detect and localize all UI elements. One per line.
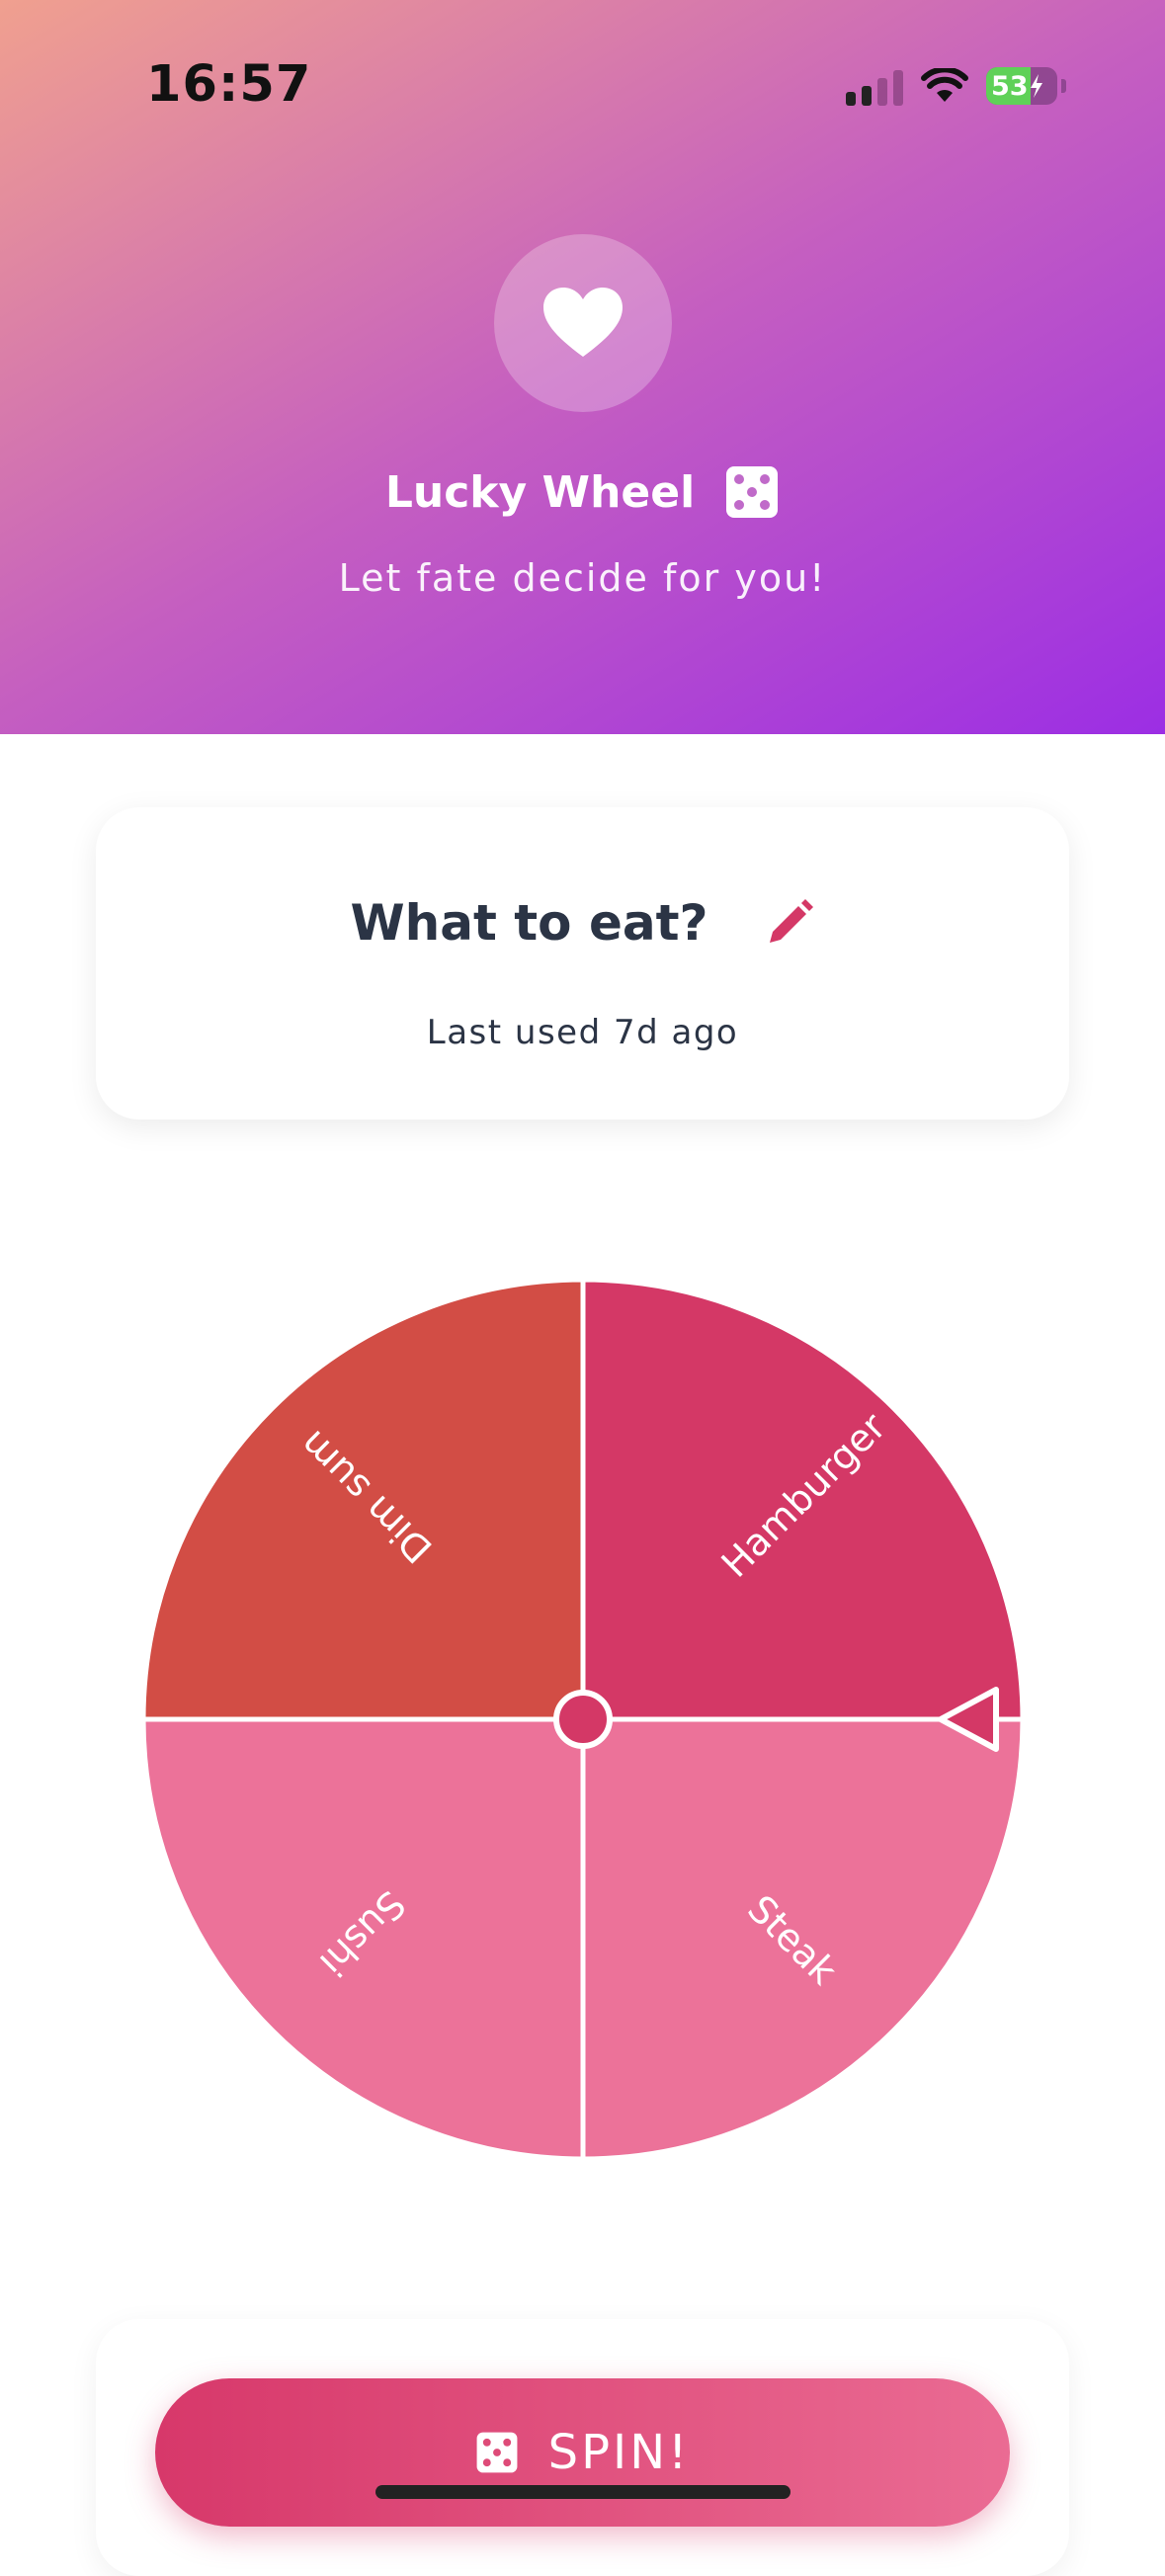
spin-button[interactable]: SPIN! xyxy=(155,2378,1010,2527)
battery-icon: 53 xyxy=(986,67,1057,105)
status-icons: 53 xyxy=(846,61,1066,111)
last-used-text: Last used 7d ago xyxy=(426,1013,739,1052)
wifi-icon xyxy=(921,68,968,102)
cellular-signal-icon xyxy=(846,66,903,106)
heart-badge xyxy=(494,234,672,412)
spin-label: SPIN! xyxy=(547,2425,691,2480)
wheel-hub xyxy=(553,1690,613,1749)
home-indicator xyxy=(375,2485,791,2499)
dice-icon xyxy=(726,466,779,518)
card-title-row: What to eat? xyxy=(96,894,1069,952)
app-header: 16:57 53 Lucky Wheel Let fate decide for… xyxy=(0,0,1165,734)
status-time: 16:57 xyxy=(146,55,312,114)
wheel-title: What to eat? xyxy=(350,894,708,952)
app-title: Lucky Wheel xyxy=(384,466,696,518)
dice-icon xyxy=(476,2432,518,2473)
battery-level: 53 xyxy=(991,70,1029,102)
title-row: Lucky Wheel xyxy=(0,464,1165,520)
battery-cap xyxy=(1061,79,1066,93)
wheel-svg: Hamburger Steak Sushi Dim sum xyxy=(140,1277,1026,2162)
heart-icon xyxy=(543,288,623,357)
app-subtitle: Let fate decide for you! xyxy=(338,556,827,600)
wheel-info-card: What to eat? Last used 7d ago xyxy=(96,807,1069,1120)
pencil-icon[interactable] xyxy=(764,897,815,949)
lucky-wheel[interactable]: Hamburger Steak Sushi Dim sum xyxy=(138,1275,1028,2164)
